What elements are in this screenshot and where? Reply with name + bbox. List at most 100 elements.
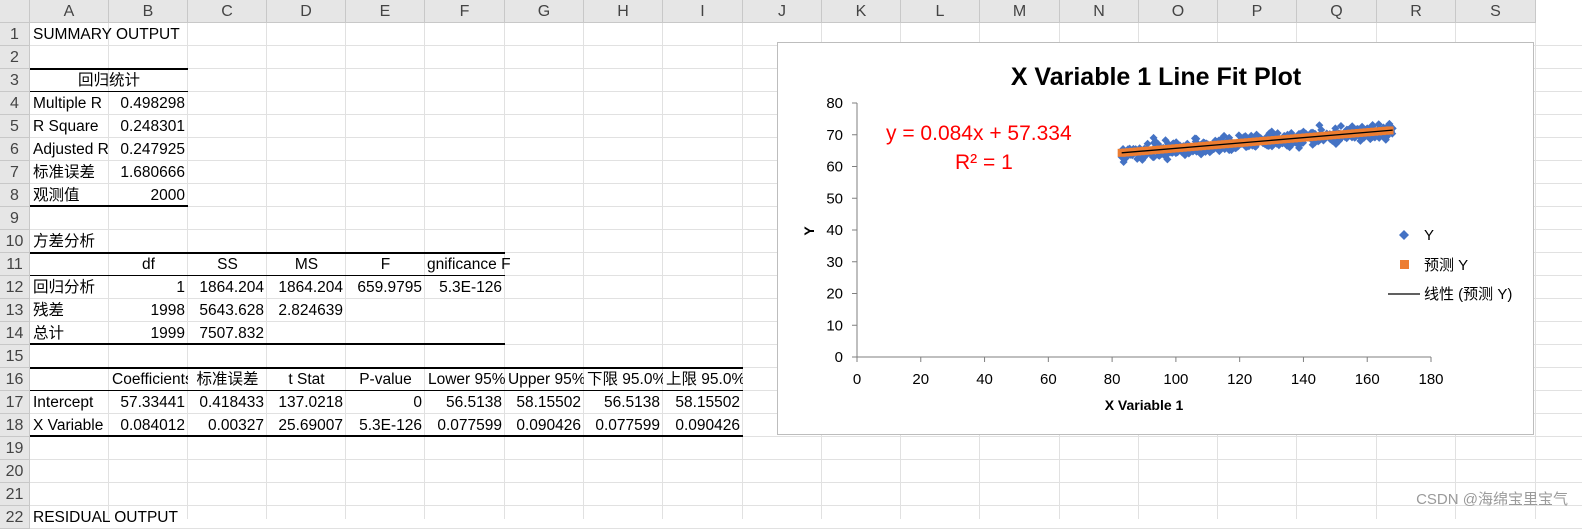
cell-i16[interactable]: 上限 95.0% [663, 368, 743, 391]
column-header-c[interactable]: C [188, 0, 267, 23]
column-header-k[interactable]: K [822, 0, 901, 23]
row-header-2[interactable]: 2 [0, 46, 30, 69]
row-header-18[interactable]: 18 [0, 414, 30, 437]
cell-f11[interactable]: gnificance F [425, 253, 525, 276]
cell-b13[interactable]: 1998 [109, 299, 188, 322]
row-header-13[interactable]: 13 [0, 299, 30, 322]
cell-a13[interactable]: 残差 [30, 299, 109, 322]
cell-a17[interactable]: Intercept [30, 391, 109, 414]
cell-a10[interactable]: 方差分析 [30, 230, 267, 253]
column-header-n[interactable]: N [1060, 0, 1139, 23]
cell-d13[interactable]: 2.824639 [267, 299, 346, 322]
cell-a8[interactable]: 观测值 [30, 184, 109, 207]
column-header-b[interactable]: B [109, 0, 188, 23]
column-header-g[interactable]: G [505, 0, 584, 23]
row-header-22[interactable]: 22 [0, 506, 30, 529]
cell-g18[interactable]: 0.090426 [505, 414, 584, 437]
row-header-6[interactable]: 6 [0, 138, 30, 161]
cell-h16[interactable]: 下限 95.0% [584, 368, 663, 391]
cell-b11[interactable]: df [109, 253, 188, 276]
cell-c14[interactable]: 7507.832 [188, 322, 267, 345]
cell-a4[interactable]: Multiple R [30, 92, 109, 115]
row-header-7[interactable]: 7 [0, 161, 30, 184]
cell-c16[interactable]: 标准误差 [188, 368, 267, 391]
cell-c17[interactable]: 0.418433 [188, 391, 267, 414]
cell-c11[interactable]: SS [188, 253, 267, 276]
row-header-17[interactable]: 17 [0, 391, 30, 414]
column-header-o[interactable]: O [1139, 0, 1218, 23]
cell-b6[interactable]: 0.247925 [109, 138, 188, 161]
column-header-r[interactable]: R [1377, 0, 1456, 23]
cell-d16[interactable]: t Stat [267, 368, 346, 391]
cell-a18[interactable]: X Variable [30, 414, 109, 437]
cell-b14[interactable]: 1999 [109, 322, 188, 345]
row-header-21[interactable]: 21 [0, 483, 30, 506]
column-header-m[interactable]: M [980, 0, 1060, 23]
row-header-20[interactable]: 20 [0, 460, 30, 483]
cell-e11[interactable]: F [346, 253, 425, 276]
column-header-j[interactable]: J [743, 0, 822, 23]
column-header-a[interactable]: A [30, 0, 109, 23]
cell-a22[interactable]: RESIDUAL OUTPUT [30, 506, 267, 529]
cell-b5[interactable]: 0.248301 [109, 115, 188, 138]
column-header-s[interactable]: S [1456, 0, 1536, 23]
cell-d17[interactable]: 137.0218 [267, 391, 346, 414]
cell-e18[interactable]: 5.3E-126 [346, 414, 425, 437]
cell-a12[interactable]: 回归分析 [30, 276, 109, 299]
cell-i17[interactable]: 58.15502 [663, 391, 743, 414]
row-header-9[interactable]: 9 [0, 207, 30, 230]
row-header-5[interactable]: 5 [0, 115, 30, 138]
row-header-15[interactable]: 15 [0, 345, 30, 368]
cell-c18[interactable]: 0.00327 [188, 414, 267, 437]
cell-a6[interactable]: Adjusted R [30, 138, 109, 161]
column-header-q[interactable]: Q [1297, 0, 1377, 23]
cell-h18[interactable]: 0.077599 [584, 414, 663, 437]
cell-a7[interactable]: 标准误差 [30, 161, 109, 184]
cell-d18[interactable]: 25.69007 [267, 414, 346, 437]
column-header-h[interactable]: H [584, 0, 663, 23]
cell-d12[interactable]: 1864.204 [267, 276, 346, 299]
cell-a5[interactable]: R Square [30, 115, 109, 138]
row-header-4[interactable]: 4 [0, 92, 30, 115]
column-header-p[interactable]: P [1218, 0, 1297, 23]
column-header-i[interactable]: I [663, 0, 743, 23]
row-header-11[interactable]: 11 [0, 253, 30, 276]
cell-h17[interactable]: 56.5138 [584, 391, 663, 414]
row-header-1[interactable]: 1 [0, 23, 30, 46]
cell-b12[interactable]: 1 [109, 276, 188, 299]
cell-f16[interactable]: Lower 95% [425, 368, 505, 391]
cell-b18[interactable]: 0.084012 [109, 414, 188, 437]
cell-d11[interactable]: MS [267, 253, 346, 276]
cell-a14[interactable]: 总计 [30, 322, 109, 345]
row-header-14[interactable]: 14 [0, 322, 30, 345]
cell-i18[interactable]: 0.090426 [663, 414, 743, 437]
row-header-3[interactable]: 3 [0, 69, 30, 92]
cell-e16[interactable]: P-value [346, 368, 425, 391]
column-header-e[interactable]: E [346, 0, 425, 23]
cell-a3[interactable]: 回归统计 [30, 69, 188, 92]
column-header-l[interactable]: L [901, 0, 980, 23]
select-all-corner[interactable] [0, 0, 30, 23]
row-header-19[interactable]: 19 [0, 437, 30, 460]
cell-a1[interactable]: SUMMARY OUTPUT [30, 23, 267, 46]
row-header-16[interactable]: 16 [0, 368, 30, 391]
column-header-d[interactable]: D [267, 0, 346, 23]
row-header-12[interactable]: 12 [0, 276, 30, 299]
cell-e17[interactable]: 0 [346, 391, 425, 414]
cell-c12[interactable]: 1864.204 [188, 276, 267, 299]
cell-b17[interactable]: 57.33441 [109, 391, 188, 414]
row-header-10[interactable]: 10 [0, 230, 30, 253]
cell-g17[interactable]: 58.15502 [505, 391, 584, 414]
cell-g16[interactable]: Upper 95% [505, 368, 584, 391]
cell-f12[interactable]: 5.3E-126 [425, 276, 505, 299]
cell-e12[interactable]: 659.9795 [346, 276, 425, 299]
cell-c13[interactable]: 5643.628 [188, 299, 267, 322]
cell-b8[interactable]: 2000 [109, 184, 188, 207]
column-header-f[interactable]: F [425, 0, 505, 23]
cell-b7[interactable]: 1.680666 [109, 161, 188, 184]
cell-b16[interactable]: Coefficients [109, 368, 188, 391]
row-header-8[interactable]: 8 [0, 184, 30, 207]
cell-f18[interactable]: 0.077599 [425, 414, 505, 437]
line-fit-chart[interactable]: X Variable 1 Line Fit Plot 0 20 40 60 80 100 12… [777, 42, 1534, 435]
cell-b4[interactable]: 0.498298 [109, 92, 188, 115]
